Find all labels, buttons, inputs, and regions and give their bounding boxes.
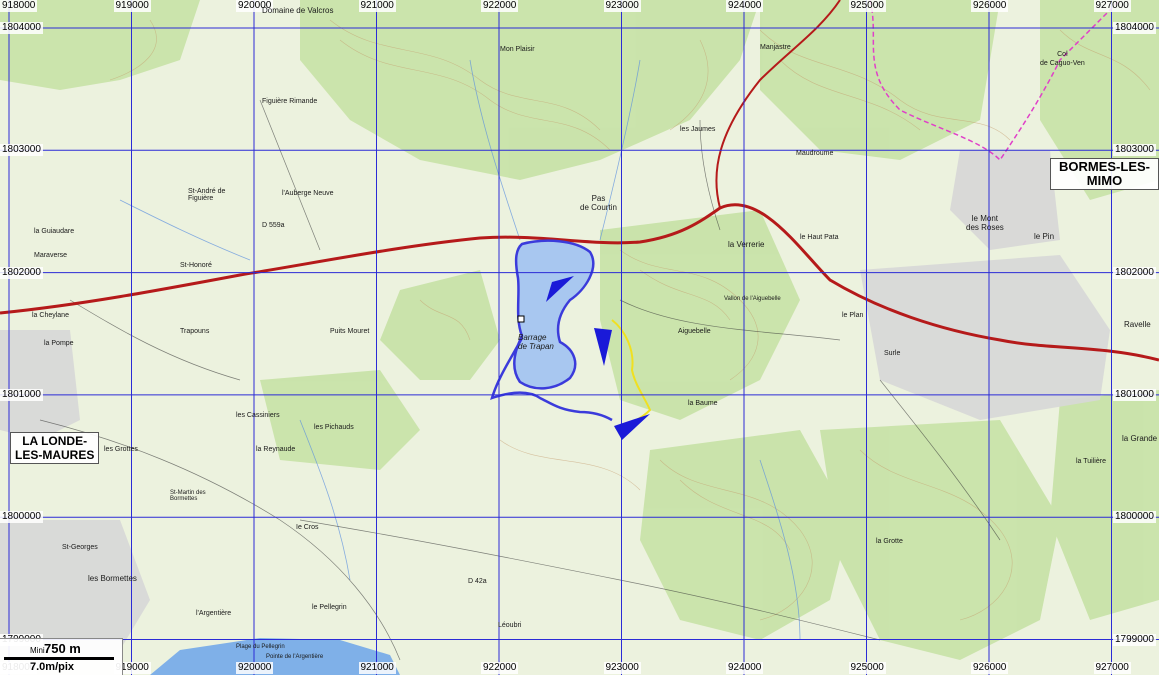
- grid-label-northing: 1801000: [1113, 388, 1156, 401]
- place-leoubri: Léoubri: [498, 622, 522, 629]
- grid-label-northing: 1802000: [1113, 266, 1156, 279]
- place-maraverse: Maraverse: [34, 252, 68, 259]
- dam-marker: [517, 315, 525, 323]
- grid-label-easting: 927000: [1093, 0, 1131, 12]
- marker-south[interactable]: [614, 414, 650, 440]
- scale-bar: Mini 750 m 7.0m/pix: [0, 638, 123, 675]
- place-la-pompe: la Pompe: [44, 340, 74, 347]
- place-valcros: Domaine de Valcros: [262, 6, 334, 15]
- place-les-bormettes: les Bormettes: [88, 574, 137, 583]
- place-la-grotte: la Grotte: [876, 538, 903, 545]
- place-col-line-1: Col: [1057, 51, 1068, 58]
- place-le-haut-pata: le Haut Pata: [800, 234, 839, 241]
- place-maudroume: Maudroume: [796, 150, 834, 157]
- place-les-grottes: les Grottes: [104, 446, 138, 453]
- place-st-georges: St-Georges: [62, 544, 98, 551]
- town-la-londe-line-2: LES-MAURES: [15, 448, 95, 462]
- place-le-pellegrin: le Pellegrin: [312, 604, 347, 611]
- town-bormes-les-mimosas[interactable]: BORMES-LES-MIMO: [1050, 158, 1159, 190]
- lake-trapan[interactable]: [513, 239, 595, 390]
- road-label-d42a: D 42a: [468, 578, 487, 585]
- place-la-reynaude: la Reynaude: [256, 446, 296, 453]
- road-label-d559a: D 559a: [262, 222, 285, 229]
- scale-resolution: 7.0m/pix: [30, 661, 75, 673]
- place-la-tuiliere: la Tuilière: [1076, 458, 1106, 465]
- map-canvas[interactable]: [0, 0, 1159, 675]
- place-st-honore: St-Honoré: [180, 262, 212, 269]
- topographic-map[interactable]: 918000 919000 920000 921000 922000 923000 9240…: [0, 0, 1159, 675]
- grid-label-easting: 924000: [726, 0, 764, 12]
- grid-label-northing: 1803000: [0, 144, 43, 157]
- grid-label-easting: 922000: [481, 662, 519, 674]
- grid-label-easting: 919000: [113, 0, 151, 12]
- place-col-de-caguo-ven: Col de Caguo-Ven: [1040, 50, 1085, 68]
- grid-label-easting: 927000: [1093, 662, 1131, 674]
- place-figuiere: Figuière Rimande: [262, 98, 318, 105]
- place-puits-mouret: Puits Mouret: [330, 328, 370, 335]
- place-plage-pellegrin: Plage du Pellegrin: [236, 644, 285, 650]
- grid-label-northing: 1803000: [1113, 144, 1156, 157]
- grid-label-easting: 925000: [848, 662, 886, 674]
- grid-label-northing: 1801000: [0, 388, 43, 401]
- place-st-andre: St-André de Figuière: [188, 188, 226, 202]
- place-les-cassiniers: les Cassiniers: [236, 412, 280, 419]
- grid-label-easting: 921000: [358, 662, 396, 674]
- place-le-cros: Ie Cros: [296, 524, 319, 531]
- scale-bar-line: [4, 657, 114, 660]
- place-la-cheylane: la Cheylane: [32, 312, 69, 319]
- place-vallon-aiguebelle: Vallon de l'Aiguebelle: [724, 296, 781, 302]
- grid-label-northing: 1799000: [1113, 633, 1156, 646]
- place-les-pichauds: les Pichauds: [314, 424, 354, 431]
- grid-label-northing: 1804000: [0, 22, 43, 34]
- grid-label-northing: 1804000: [1113, 22, 1156, 34]
- place-manjastre: Manjastre: [760, 44, 791, 51]
- grid-label-northing: 1800000: [0, 511, 43, 524]
- lake-label-line-1: Barrage: [518, 333, 547, 342]
- place-surle: Surle: [884, 350, 901, 357]
- place-auberge-neuve: l'Auberge Neuve: [282, 190, 334, 197]
- place-la-verrerie: la Verrerie: [728, 240, 765, 249]
- grid-label-northing: 1800000: [1113, 511, 1156, 524]
- place-le-plan: le Plan: [842, 312, 864, 319]
- place-l-argentiere: l'Argentière: [196, 610, 232, 617]
- grid-label-easting: 925000: [848, 0, 886, 12]
- grid-label-easting: 926000: [971, 0, 1009, 12]
- place-mont-plaisir: Mon Plaisir: [500, 46, 535, 53]
- place-col-line-2: de Caguo-Ven: [1040, 60, 1085, 67]
- place-aiguebelle: Aiguebelle: [678, 328, 711, 335]
- scale-mini-label: Mini: [30, 646, 45, 655]
- grid-label-easting: 921000: [358, 0, 396, 12]
- grid-label-easting: 926000: [971, 662, 1009, 674]
- place-st-martin: St-Martin des Bormettes: [170, 490, 206, 502]
- grid-label-easting: 924000: [726, 662, 764, 674]
- scale-distance: 750 m: [44, 641, 81, 656]
- place-les-jaumes: les Jaumes: [680, 126, 716, 133]
- lake-label: Barrage de Trapan: [518, 333, 554, 351]
- place-le-pin: le Pin: [1034, 232, 1055, 241]
- place-la-grande: la Grande: [1122, 434, 1158, 443]
- place-pas-de-courtin: Pas de Courtin: [580, 194, 617, 212]
- grid-label-easting: 918000: [0, 0, 38, 12]
- grid-label-easting: 920000: [236, 662, 274, 674]
- place-mont-roses-line-2: des Roses: [966, 223, 1004, 232]
- place-le-mont-des-roses: le Mont des Roses: [966, 214, 1004, 232]
- grid-label-easting: 922000: [481, 0, 519, 12]
- town-la-londe-les-maures[interactable]: LA LONDE- LES-MAURES: [10, 432, 100, 464]
- place-ravelle: Ravelle: [1124, 320, 1151, 329]
- place-pointe-argentiere: Pointe de l'Argentière: [266, 654, 324, 660]
- place-la-baume: la Baume: [688, 400, 718, 407]
- town-la-londe-line-1: LA LONDE-: [22, 434, 88, 448]
- grid-label-easting: 923000: [603, 662, 641, 674]
- grid-label-northing: 1802000: [0, 266, 43, 279]
- place-pas-line-1: Pas: [591, 194, 606, 203]
- place-mont-roses-line-1: le Mont: [971, 214, 999, 223]
- place-pas-line-2: de Courtin: [580, 203, 617, 212]
- grid-label-easting: 923000: [603, 0, 641, 12]
- place-trapouns: Trapouns: [180, 328, 210, 335]
- place-la-guiaudare: la Guiaudare: [34, 228, 75, 235]
- lake-label-line-2: de Trapan: [518, 342, 554, 351]
